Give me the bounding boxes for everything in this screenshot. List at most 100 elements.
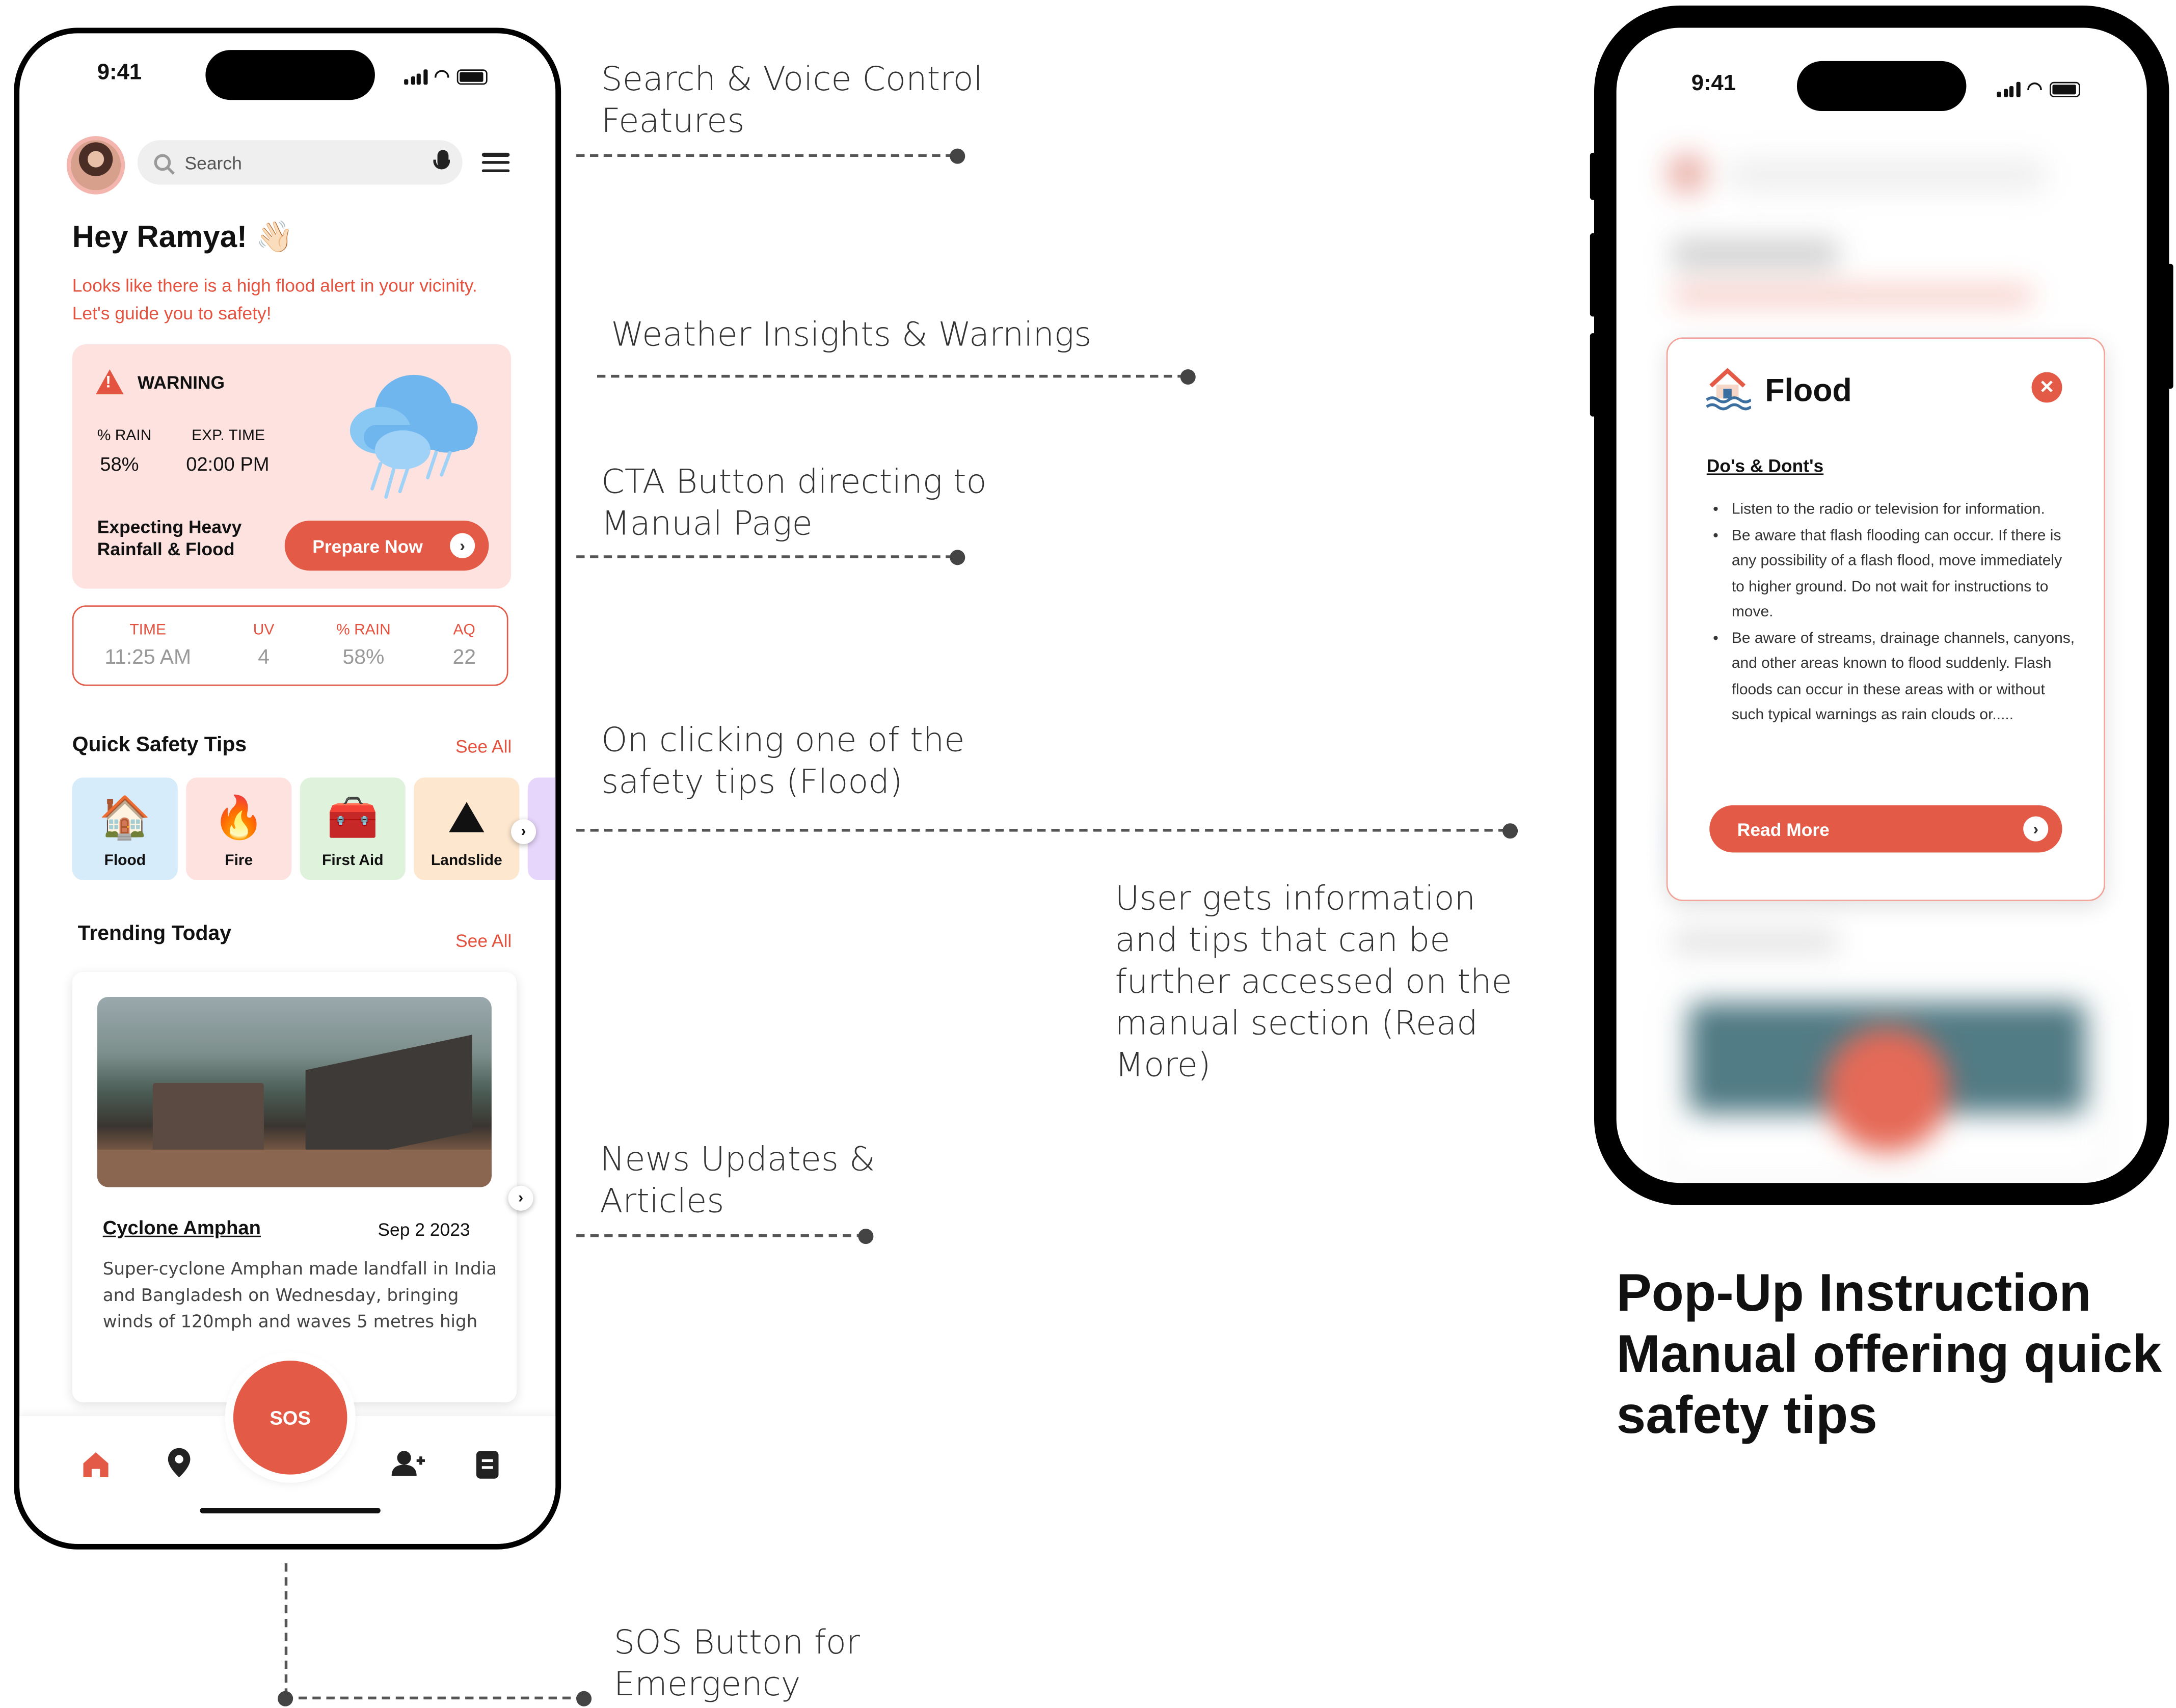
stat-value: 4: [258, 645, 270, 669]
house-flood-icon: 🏠: [99, 795, 151, 842]
home-indicator: [200, 1508, 381, 1513]
connector-line: [284, 1696, 585, 1700]
article-date: Sep 2 2023: [378, 1219, 470, 1240]
house-flood-icon: [1706, 368, 1751, 411]
home-screen-phone: 9:41 ◠ Search Hey Ramya! 👋🏻 Looks like t…: [14, 28, 561, 1550]
expecting-text: Expecting Heavy Rainfall & Flood: [97, 517, 242, 561]
stat-aq: AQ 22: [452, 622, 475, 669]
stat-value: 11:25 AM: [104, 645, 192, 669]
chevron-right-icon: ›: [450, 533, 475, 558]
article-body: Super-cyclone Amphan made landfall in In…: [102, 1258, 497, 1332]
warning-label: WARNING: [137, 371, 225, 392]
search-input[interactable]: Search: [137, 140, 463, 185]
status-time: 9:41: [97, 61, 142, 85]
tip-landslide[interactable]: ⛰ Landslide: [414, 777, 520, 881]
microphone-icon[interactable]: [433, 150, 450, 170]
read-more-button[interactable]: Read More ›: [1709, 805, 2062, 853]
connector-dot: [950, 550, 965, 565]
connector-line: [576, 829, 1507, 832]
stat-value: 22: [452, 645, 476, 669]
stat-label: TIME: [129, 622, 166, 639]
menu-icon[interactable]: [481, 152, 510, 172]
tip-flood[interactable]: 🏠 Flood: [72, 777, 178, 881]
signal-icon: [404, 68, 427, 84]
popup-title: Flood: [1765, 372, 1852, 409]
stat-label: AQ: [453, 622, 475, 639]
tip-bullet: Be aware of streams, drainage channels, …: [1732, 626, 2079, 728]
location-pin-icon[interactable]: [167, 1447, 192, 1480]
annotation-user-info: User gets information and tips that can …: [1115, 879, 1512, 1085]
battery-icon: [456, 68, 488, 84]
connector-line: [576, 154, 954, 157]
stat-value: 58%: [342, 645, 385, 669]
annotation-weather: Weather Insights & Warnings: [611, 315, 1092, 355]
status-icons: ◠: [404, 65, 488, 88]
connector-line: [576, 555, 954, 558]
manual-book-icon[interactable]: [475, 1450, 500, 1480]
warning-icon: [96, 369, 124, 395]
tip-fire[interactable]: 🔥 Fire: [186, 777, 292, 881]
connector-dot: [576, 1691, 592, 1706]
exp-time-value: 02:00 PM: [186, 452, 270, 475]
search-placeholder: Search: [184, 152, 242, 173]
stat-rain: % RAIN 58%: [336, 622, 391, 669]
prepare-now-button[interactable]: Prepare Now ›: [284, 521, 489, 571]
tips-next-button[interactable]: ›: [511, 819, 536, 845]
flood-popup: Flood ✕ Do's & Dont's Listen to the radi…: [1666, 337, 2106, 901]
annotation-sos: SOS Button for Emergency: [613, 1623, 860, 1704]
avatar[interactable]: [66, 136, 125, 195]
annotation-search-voice: Search & Voice Control Features: [601, 60, 983, 141]
tip-first-aid[interactable]: 🧰 First Aid: [300, 777, 406, 881]
annotation-news: News Updates & Articles: [600, 1140, 875, 1221]
rain-cloud-icon: [350, 374, 478, 499]
landslide-icon: ⛰: [449, 795, 485, 842]
connector-dot: [1180, 369, 1196, 385]
news-card[interactable]: Cyclone Amphan Sep 2 2023 Super-cyclone …: [72, 971, 517, 1402]
warning-card: WARNING % RAIN 58% EXP. TIME 02:00 PM Ex…: [72, 344, 512, 589]
search-icon: [154, 154, 171, 171]
close-icon[interactable]: ✕: [2031, 372, 2062, 403]
trending-see-all[interactable]: See All: [455, 930, 512, 951]
connector-dot: [950, 148, 965, 164]
headline: Pop-Up Instruction Manual offering quick…: [1616, 1265, 2162, 1446]
connector-dot: [278, 1691, 293, 1706]
expecting-line2: Rainfall & Flood: [97, 538, 235, 560]
connector-line: [597, 374, 1186, 378]
article-title[interactable]: Cyclone Amphan: [103, 1216, 261, 1239]
news-image: [97, 996, 492, 1187]
chevron-right-icon: ›: [2023, 816, 2049, 842]
rain-label: % RAIN: [97, 427, 152, 445]
weather-stats: TIME 11:25 AM UV 4 % RAIN 58% AQ 22: [72, 605, 508, 686]
exp-time-label: EXP. TIME: [192, 427, 265, 445]
sos-button[interactable]: SOS: [233, 1361, 347, 1475]
trending-title: Trending Today: [77, 921, 231, 946]
dos-donts-title: Do's & Dont's: [1706, 455, 1824, 476]
tip-label: First Aid: [322, 852, 384, 870]
connector-dot: [1502, 823, 1518, 839]
home-icon[interactable]: [80, 1450, 111, 1480]
rain-value: 58%: [100, 452, 139, 475]
quick-tips-see-all[interactable]: See All: [455, 736, 512, 757]
stat-label: % RAIN: [336, 622, 391, 639]
read-more-label: Read More: [1737, 818, 1830, 839]
annotation-safety-tip: On clicking one of the safety tips (Floo…: [601, 720, 965, 801]
tips-list: Listen to the radio or television for in…: [1709, 497, 2079, 728]
quick-tips-title: Quick Safety Tips: [72, 733, 247, 757]
news-next-button[interactable]: ›: [508, 1185, 533, 1211]
stat-label: UV: [253, 622, 275, 639]
stat-time: TIME 11:25 AM: [104, 622, 191, 669]
prepare-now-label: Prepare Now: [312, 535, 423, 556]
tip-bullet: Be aware that flash flooding can occur. …: [1732, 523, 2079, 626]
connector-line: [576, 1234, 866, 1237]
first-aid-kit-icon: 🧰: [327, 795, 379, 842]
add-contact-icon[interactable]: [391, 1450, 425, 1478]
dynamic-island: [205, 50, 375, 100]
wifi-icon: ◠: [434, 65, 450, 86]
tip-label: Fire: [225, 852, 253, 870]
stat-uv: UV 4: [253, 622, 275, 669]
tip-label: Flood: [104, 852, 146, 870]
annotation-cta: CTA Button directing to Manual Page: [601, 462, 987, 543]
connector-line: [284, 1563, 288, 1697]
tip-label: Landslide: [431, 852, 502, 870]
fire-icon: 🔥: [212, 795, 265, 842]
